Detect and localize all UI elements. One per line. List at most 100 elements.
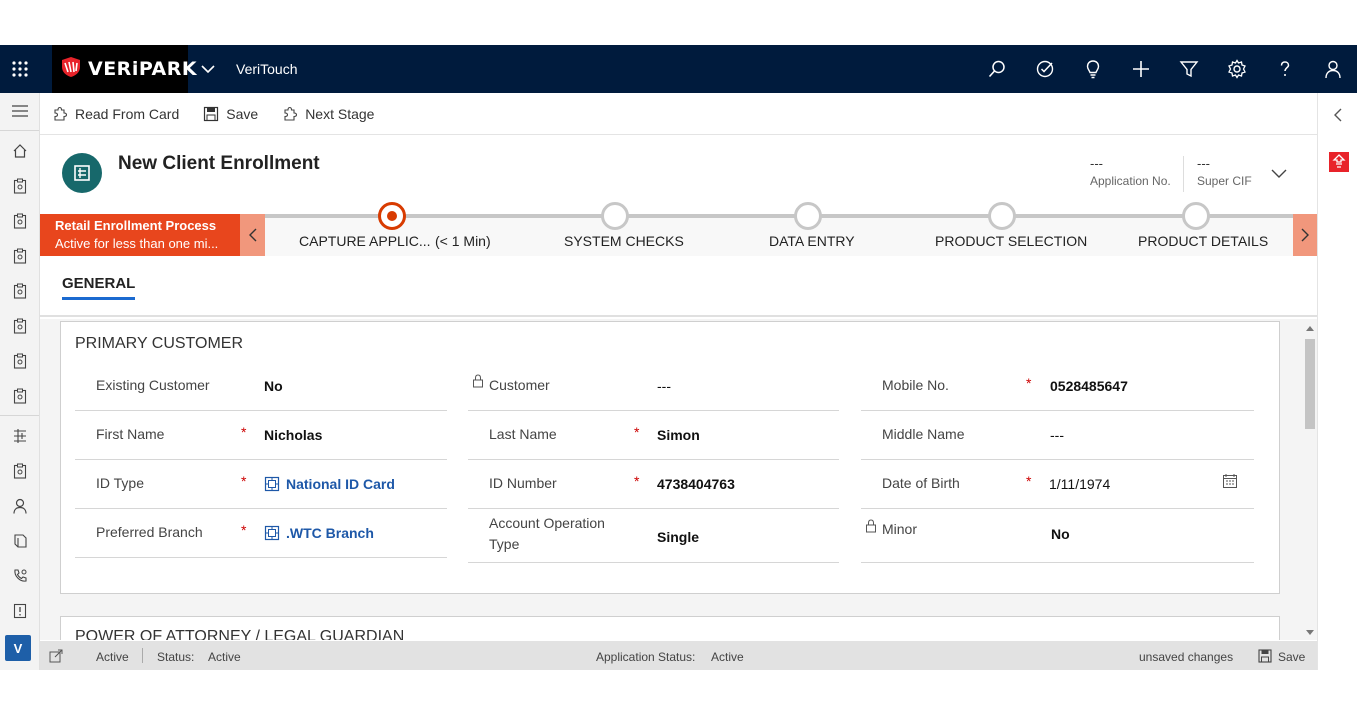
id-type-value: National ID Card <box>286 476 395 492</box>
field-label: Account Operation Type <box>489 515 605 552</box>
process-name: Retail Enrollment Process <box>55 218 217 233</box>
middle-name-value[interactable]: --- <box>1050 427 1064 443</box>
left-navigation: V <box>0 93 40 670</box>
app-badge[interactable]: V <box>5 635 31 661</box>
record-state: Active <box>96 650 129 664</box>
brand-logo[interactable]: VERiPARK <box>52 45 197 93</box>
floppy-disk-icon <box>204 106 219 121</box>
calendar-icon[interactable] <box>1222 473 1238 494</box>
tab-general[interactable]: GENERAL <box>62 275 136 300</box>
stage-label-data-entry[interactable]: DATA ENTRY <box>769 233 855 249</box>
gear-icon[interactable] <box>1213 45 1261 93</box>
save-label: Save <box>226 105 259 122</box>
existing-customer-field: Existing Customer No <box>75 363 447 411</box>
stage-system-checks[interactable] <box>601 202 629 230</box>
plus-icon[interactable] <box>1117 45 1165 93</box>
id-type-lookup[interactable]: National ID Card <box>264 476 395 492</box>
chevron-down-icon[interactable] <box>198 59 218 79</box>
record-icon[interactable] <box>0 343 40 378</box>
mobile-no-field: Mobile No. * 0528485647 <box>861 363 1254 411</box>
minor-value[interactable]: No <box>1051 526 1070 542</box>
account-operation-type-value[interactable]: Single <box>657 529 699 545</box>
phone-icon[interactable] <box>0 558 40 593</box>
stage-label-product-selection[interactable]: PRODUCT SELECTION <box>935 233 1087 249</box>
stage-capture-application[interactable] <box>378 202 406 230</box>
right-side-pane <box>1317 93 1357 670</box>
hierarchy-icon[interactable] <box>0 418 40 453</box>
open-in-new-window-icon[interactable] <box>49 649 63 666</box>
stage-label-capture[interactable]: CAPTURE APPLIC... <box>299 233 430 249</box>
scrollbar-thumb[interactable] <box>1305 339 1315 429</box>
chevron-left-icon[interactable] <box>1332 107 1344 128</box>
record-icon[interactable] <box>0 308 40 343</box>
next-stage-label: Next Stage <box>305 105 375 122</box>
next-stage-button[interactable]: Next Stage <box>282 106 374 122</box>
process-flag[interactable]: Retail Enrollment Process Active for les… <box>40 214 240 256</box>
first-name-value[interactable]: Nicholas <box>264 427 322 443</box>
account-operation-type-field: Account Operation Type Single <box>468 510 839 563</box>
book-icon[interactable] <box>0 523 40 558</box>
puzzle-icon <box>284 106 298 121</box>
save-button[interactable]: Save <box>203 106 258 122</box>
form-scrollbar[interactable] <box>1303 321 1317 640</box>
stage-product-details[interactable] <box>1182 202 1210 230</box>
chevron-down-icon[interactable] <box>1270 166 1288 184</box>
app-name[interactable]: VeriTouch <box>236 61 297 77</box>
field-label: Mobile No. <box>882 377 949 393</box>
super-cif-field: --- Super CIF <box>1197 156 1252 188</box>
report-icon[interactable] <box>0 593 40 628</box>
record-icon[interactable] <box>0 203 40 238</box>
task-icon[interactable] <box>1021 45 1069 93</box>
record-icon[interactable] <box>0 453 40 488</box>
section-title: PRIMARY CUSTOMER <box>75 335 244 352</box>
user-icon[interactable] <box>1309 45 1357 93</box>
last-name-value[interactable]: Simon <box>657 427 700 443</box>
required-indicator: * <box>1026 375 1032 391</box>
read-from-card-button[interactable]: Read From Card <box>52 106 179 122</box>
shield-logo-icon <box>60 56 82 83</box>
existing-customer-value[interactable]: No <box>264 378 283 394</box>
required-indicator: * <box>241 473 247 489</box>
floppy-disk-icon[interactable] <box>1258 649 1272 666</box>
menu-icon[interactable] <box>0 93 40 128</box>
search-icon[interactable] <box>973 45 1021 93</box>
middle-name-field: Middle Name --- <box>861 412 1254 460</box>
puzzle-icon <box>54 106 68 121</box>
filter-icon[interactable] <box>1165 45 1213 93</box>
field-label: Middle Name <box>882 426 965 442</box>
record-icon[interactable] <box>0 378 40 413</box>
footer-save-button[interactable]: Save <box>1278 650 1305 664</box>
date-of-birth-field: Date of Birth * 1/11/1974 <box>861 461 1254 509</box>
home-icon[interactable] <box>0 133 40 168</box>
id-number-value[interactable]: 4738404763 <box>657 476 735 492</box>
date-of-birth-value[interactable]: 1/11/1974 <box>1049 476 1110 492</box>
lightbulb-icon[interactable] <box>1069 45 1117 93</box>
top-navigation-bar: VERiPARK VeriTouch <box>0 45 1357 93</box>
alert-icon[interactable] <box>1329 152 1349 172</box>
preferred-branch-lookup[interactable]: .WTC Branch <box>264 525 374 541</box>
required-indicator: * <box>634 473 640 489</box>
entity-icon <box>62 153 102 193</box>
command-bar: Read From Card Save Next Stage <box>40 93 1317 135</box>
application-status-value: Active <box>711 650 744 664</box>
required-indicator: * <box>634 424 640 440</box>
stage-prev-button[interactable] <box>240 214 265 256</box>
stage-data-entry[interactable] <box>794 202 822 230</box>
preferred-branch-field: Preferred Branch * .WTC Branch <box>75 510 447 558</box>
record-icon[interactable] <box>0 238 40 273</box>
person-icon[interactable] <box>0 488 40 523</box>
help-icon[interactable] <box>1261 45 1309 93</box>
stage-label-system-checks[interactable]: SYSTEM CHECKS <box>564 233 684 249</box>
stage-product-selection[interactable] <box>988 202 1016 230</box>
required-indicator: * <box>241 424 247 440</box>
unsaved-changes-indicator: unsaved changes <box>1139 650 1234 664</box>
record-icon[interactable] <box>0 168 40 203</box>
customer-value[interactable]: --- <box>657 378 671 394</box>
stage-next-button[interactable] <box>1293 214 1317 256</box>
id-number-field: ID Number * 4738404763 <box>468 461 839 509</box>
mobile-no-value[interactable]: 0528485647 <box>1050 378 1128 394</box>
brand-name: VERiPARK <box>88 58 198 80</box>
waffle-icon[interactable] <box>0 45 40 93</box>
record-icon[interactable] <box>0 273 40 308</box>
stage-label-product-details[interactable]: PRODUCT DETAILS <box>1138 233 1268 249</box>
